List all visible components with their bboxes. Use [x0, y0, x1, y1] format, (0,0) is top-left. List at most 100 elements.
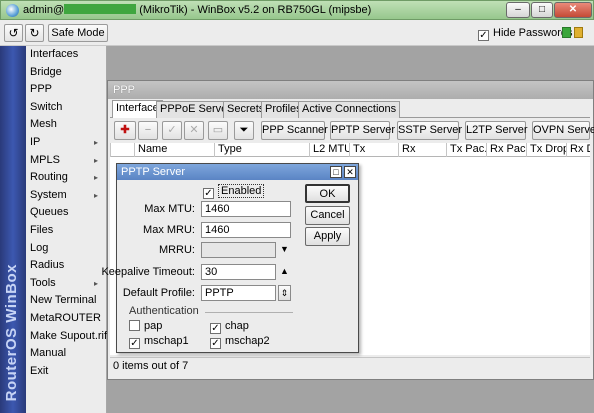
chap-checkbox[interactable]: ✓ chap [210, 320, 249, 334]
sstp-server-button[interactable]: SSTP Server [397, 121, 462, 140]
side-brand-strip: RouterOS WinBox [0, 46, 26, 413]
window-title: admin@ (MikroTik) - WinBox v5.2 on RB750… [23, 4, 372, 16]
profile-dropdown-icon[interactable]: ⇕ [278, 285, 291, 301]
submenu-arrow-icon: ▸ [93, 155, 98, 165]
menu-item-bridge[interactable]: Bridge [26, 64, 106, 82]
filter-icon[interactable]: ⏷ [234, 121, 254, 140]
menu-item-system[interactable]: System ▸ [26, 187, 106, 205]
menu-item-new-terminal[interactable]: New Terminal [26, 292, 106, 310]
column-header-rx-packets[interactable]: Rx Pac... [486, 143, 526, 157]
default-profile-label: Default Profile: [122, 287, 195, 299]
column-header-flags[interactable] [110, 143, 134, 157]
mrru-field[interactable] [201, 242, 276, 258]
hide-passwords-check[interactable]: ✓ [478, 30, 489, 41]
authentication-separator [205, 312, 293, 313]
cancel-button[interactable]: Cancel [305, 206, 350, 225]
keepalive-timeout-field[interactable]: 30 [201, 264, 276, 280]
menu-item-files[interactable]: Files [26, 222, 106, 240]
mrru-dropdown-icon[interactable]: ▼ [280, 244, 289, 254]
menu-item-interfaces[interactable]: Interfaces [26, 46, 106, 64]
menu-item-manual[interactable]: Manual [26, 345, 106, 363]
menu-item-tools[interactable]: Tools ▸ [26, 275, 106, 293]
menu-item-log[interactable]: Log [26, 240, 106, 258]
authentication-group-label: Authentication [129, 305, 199, 317]
pptp-server-button[interactable]: PPTP Server [330, 121, 395, 140]
ppp-status-bar: 0 items out of 7 [110, 357, 590, 373]
remove-icon[interactable]: − [138, 121, 158, 140]
column-header-tx-drops[interactable]: Tx Drops [526, 143, 566, 157]
chap-check[interactable]: ✓ [210, 323, 221, 334]
dialog-close-icon[interactable]: ✕ [344, 166, 356, 178]
undo-icon[interactable]: ↺ [4, 24, 23, 42]
mschap2-checkbox[interactable]: ✓ mschap2 [210, 335, 270, 349]
menu-item-ppp[interactable]: PPP [26, 81, 106, 99]
keepalive-collapse-icon[interactable]: ▲ [280, 266, 289, 276]
enable-icon[interactable]: ✓ [162, 121, 182, 140]
main-toolbar: ↺ ↻ Safe Mode ✓ Hide Passwords [0, 20, 594, 46]
submenu-arrow-icon: ▸ [93, 137, 98, 147]
submenu-arrow-icon: ▸ [93, 278, 98, 288]
enabled-check[interactable]: ✓ [203, 188, 214, 199]
hide-passwords-label: Hide Passwords [493, 27, 573, 39]
enabled-label: Enabled [218, 184, 265, 198]
mrru-label: MRRU: [158, 244, 195, 256]
column-header-l2mtu[interactable]: L2 MTU [309, 143, 349, 157]
apply-button[interactable]: Apply [305, 227, 350, 246]
menu-item-radius[interactable]: Radius [26, 257, 106, 275]
close-button[interactable]: ✕ [554, 2, 592, 18]
max-mru-field[interactable]: 1460 [201, 222, 291, 238]
menu-item-metarouter[interactable]: MetaROUTER [26, 310, 106, 328]
yellow-lock-icon [574, 27, 583, 38]
interface-table-header: Name Type L2 MTU Tx Rx Tx Pac... Rx Pac.… [110, 143, 590, 157]
default-profile-select[interactable]: PPTP [201, 285, 276, 301]
menu-item-make-supout[interactable]: Make Supout.rif [26, 328, 107, 346]
max-mru-label: Max MRU: [143, 224, 195, 236]
menu-item-mpls[interactable]: MPLS ▸ [26, 152, 106, 170]
menu-item-ip[interactable]: IP ▸ [26, 134, 106, 152]
l2tp-server-button[interactable]: L2TP Server [465, 121, 528, 140]
routeros-winbox-brand: RouterOS WinBox [3, 263, 20, 401]
redo-icon[interactable]: ↻ [25, 24, 44, 42]
dialog-restore-icon[interactable]: □ [330, 166, 342, 178]
menu-item-mesh[interactable]: Mesh [26, 116, 106, 134]
max-mtu-field[interactable]: 1460 [201, 201, 291, 217]
column-header-rx[interactable]: Rx [398, 143, 446, 157]
column-header-rx-drops[interactable]: Rx Dr [566, 143, 590, 157]
keepalive-timeout-label: Keepalive Timeout: [101, 266, 195, 278]
column-header-type[interactable]: Type [214, 143, 309, 157]
hide-passwords-checkbox[interactable]: ✓ Hide Passwords [478, 27, 572, 41]
max-mtu-label: Max MTU: [144, 203, 195, 215]
main-menu: Interfaces Bridge PPP Switch Mesh IP ▸ MP… [26, 46, 107, 413]
menu-item-routing[interactable]: Routing ▸ [26, 169, 106, 187]
maximize-button[interactable]: □ [531, 2, 553, 18]
add-icon[interactable]: ✚ [114, 121, 136, 140]
submenu-arrow-icon: ▸ [93, 190, 98, 200]
menu-item-switch[interactable]: Switch [26, 99, 106, 117]
tab-active-connections[interactable]: Active Connections [298, 101, 401, 118]
pptp-dialog-title[interactable]: PPTP Server [117, 164, 358, 180]
mschap1-check[interactable]: ✓ [129, 338, 140, 349]
safe-mode-button[interactable]: Safe Mode [48, 24, 108, 42]
menu-item-exit[interactable]: Exit [26, 363, 106, 381]
column-header-tx-packets[interactable]: Tx Pac... [446, 143, 486, 157]
column-header-tx[interactable]: Tx [349, 143, 398, 157]
winbox-app-icon [6, 4, 19, 17]
ppp-scanner-button[interactable]: PPP Scanner [261, 121, 328, 140]
pptp-server-dialog: PPTP Server □ ✕ ✓ Enabled Max MTU: 1460 M… [101, 163, 359, 353]
ok-button[interactable]: OK [305, 184, 350, 203]
pap-check[interactable] [129, 320, 140, 331]
disable-icon[interactable]: ✕ [184, 121, 204, 140]
comment-icon[interactable]: ▭ [208, 121, 228, 140]
minimize-button[interactable]: – [506, 2, 530, 18]
window-title-bar[interactable]: admin@ (MikroTik) - WinBox v5.2 on RB750… [0, 0, 594, 20]
green-lock-icon [562, 27, 571, 38]
enabled-checkbox[interactable]: ✓ Enabled [203, 184, 265, 199]
menu-item-queues[interactable]: Queues [26, 204, 106, 222]
ppp-tabs: Interface PPPoE Servers Secrets Profiles… [110, 100, 590, 118]
ppp-window-title[interactable]: PPP [108, 81, 593, 99]
ovpn-server-button[interactable]: OVPN Server [532, 121, 594, 140]
mschap2-check[interactable]: ✓ [210, 338, 221, 349]
pap-checkbox[interactable]: pap [129, 320, 162, 332]
column-header-name[interactable]: Name [134, 143, 214, 157]
mschap1-checkbox[interactable]: ✓ mschap1 [129, 335, 189, 349]
